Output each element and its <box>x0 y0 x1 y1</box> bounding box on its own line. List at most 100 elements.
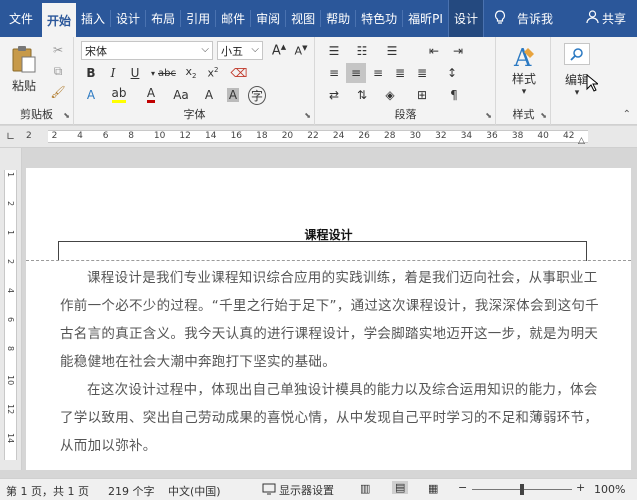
chevron-down-icon: ⌵ <box>251 44 259 55</box>
justify-button[interactable]: ≣ <box>390 63 410 83</box>
paste-icon <box>12 45 36 72</box>
shrink-font-icon: A▼ <box>294 44 308 58</box>
tab-foxit-pdf[interactable]: 福昕PI <box>403 0 448 37</box>
distributed-button[interactable]: ≣ <box>412 63 432 83</box>
chinese-layout-button[interactable]: ⇄ <box>324 85 344 105</box>
zoom-slider-thumb[interactable] <box>520 484 524 495</box>
ruler-number: 32 <box>435 131 447 141</box>
phonetic-guide-button[interactable]: A <box>199 85 219 105</box>
ruler-number: 20 <box>281 131 294 141</box>
display-settings-button[interactable]: 显示器设置 <box>262 482 334 498</box>
tab-selector-icon[interactable]: ∟ <box>6 130 15 143</box>
multilevel-list-button[interactable]: ☰ <box>382 41 402 61</box>
ruler-number: 38 <box>511 131 524 141</box>
vertical-ruler[interactable]: 1 2 1 2 4 6 8 10 12 14 <box>0 148 22 470</box>
underline-button[interactable]: U <box>125 63 145 83</box>
superscript-button[interactable]: x2 <box>203 63 223 83</box>
tab-special[interactable]: 特色功 <box>356 0 402 37</box>
font-name-dropdown[interactable]: 宋体 ⌵ <box>81 41 213 60</box>
tab-help[interactable]: 帮助 <box>321 0 355 37</box>
line-spacing-button[interactable]: ↕ <box>442 63 462 83</box>
borders-button[interactable]: ⊞ <box>412 85 432 105</box>
clear-formatting-button[interactable]: ⌫ <box>229 63 249 83</box>
align-left-button[interactable]: ≡ <box>324 63 344 83</box>
language-indicator[interactable]: 中文(中国) <box>168 483 221 499</box>
body-paragraph-2[interactable]: 在这次设计过程中，体现出自己单独设计模具的能力以及综合运用知识的能力，体会 了学… <box>60 376 599 460</box>
right-indent-marker-icon[interactable]: △ <box>578 136 585 146</box>
line-spacing-icon: ↕ <box>446 66 458 80</box>
subscript-button[interactable]: x2 <box>181 63 201 83</box>
dialog-launcher-icon[interactable]: ⬊ <box>540 111 547 120</box>
italic-button[interactable]: I <box>103 63 123 83</box>
text-effects-button[interactable]: A <box>81 85 101 105</box>
zoom-in-button[interactable]: + <box>576 481 585 494</box>
text-line: 古名言的真正含义。我今天认真的进行课程设计，学会脚踏实地迈开这一步，就是为明天 <box>60 326 599 342</box>
tell-me-label: 告诉我 <box>516 12 553 26</box>
shrink-font-button[interactable]: A▼ <box>291 41 311 61</box>
tab-review[interactable]: 审阅 <box>251 0 285 37</box>
sort-button[interactable]: ⇅ <box>352 85 372 105</box>
format-painter-button[interactable]: 🖌 <box>48 82 68 102</box>
tab-view[interactable]: 视图 <box>286 0 320 37</box>
collapse-ribbon-icon[interactable]: ⌃ <box>623 109 631 120</box>
decrease-indent-button[interactable]: ⇤ <box>424 41 444 61</box>
tab-home[interactable]: 开始 <box>42 3 77 37</box>
dialog-launcher-icon[interactable]: ⬊ <box>63 111 70 120</box>
align-center-button[interactable]: ≡ <box>346 63 366 83</box>
page-count[interactable]: 第 1 页，共 1 页 <box>6 483 89 499</box>
change-case-button[interactable]: Aa <box>171 85 191 105</box>
tab-design[interactable]: 设计 <box>111 0 145 37</box>
tell-me-box[interactable]: 告诉我 <box>484 0 558 37</box>
align-right-button[interactable]: ≡ <box>368 63 388 83</box>
tab-mailings[interactable]: 邮件 <box>216 0 250 37</box>
tab-references[interactable]: 引用 <box>181 0 215 37</box>
bold-button[interactable]: B <box>81 63 101 83</box>
zoom-level[interactable]: 100% <box>594 483 625 496</box>
person-icon <box>586 10 599 27</box>
horizontal-ruler[interactable]: ∟ 2 2 4 6 8 10 12 14 16 18 20 22 24 26 28 30 32 34 36 38 40 4… <box>0 126 637 148</box>
ruler-number: 26 <box>358 131 370 141</box>
strikethrough-button[interactable]: abc <box>155 63 179 83</box>
copy-button[interactable]: ⧉ <box>48 61 68 81</box>
highlight-button[interactable]: ab <box>109 85 129 105</box>
show-marks-button[interactable]: ¶ <box>444 85 464 105</box>
ruler-number: 22 <box>307 131 319 141</box>
ribbon: 粘贴 ✂ ⧉ 🖌 剪贴板 ⬊ 宋体 ⌵ 小五 ⌵ A▲ A▼ B I U ▾ a… <box>0 37 637 125</box>
enclose-char-button[interactable]: 字 <box>247 85 267 105</box>
dialog-launcher-icon[interactable]: ⬊ <box>485 111 492 120</box>
font-size-dropdown[interactable]: 小五 ⌵ <box>217 41 263 60</box>
zoom-slider[interactable] <box>472 484 572 495</box>
print-layout-button[interactable]: ▤ <box>392 481 409 494</box>
paste-button[interactable]: 粘贴 <box>4 41 44 97</box>
web-layout-button[interactable]: ▦ <box>428 482 438 495</box>
zoom-out-button[interactable]: − <box>458 481 467 494</box>
share-button[interactable]: 共享 <box>581 0 631 37</box>
bullets-button[interactable]: ☰ <box>324 41 344 61</box>
increase-indent-button[interactable]: ⇥ <box>448 41 468 61</box>
ruler-number: 24 <box>332 131 345 141</box>
document-page[interactable]: 课程设计 课程设计是我们专业课程知识综合应用的实践训练，着是我们迈向社会，从事职… <box>26 168 631 470</box>
tab-header-design[interactable]: 设计 <box>447 0 484 37</box>
styles-button[interactable]: A 样式 ▾ <box>501 41 547 99</box>
numbering-button[interactable]: ☷ <box>352 41 372 61</box>
clipboard-group: 粘贴 ✂ ⧉ 🖌 剪贴板 ⬊ <box>0 37 74 125</box>
read-mode-button[interactable]: ▥ <box>360 482 370 495</box>
ruler-number: 14 <box>6 433 15 444</box>
ruler-number: 10 <box>153 131 166 141</box>
grow-font-icon: A▲ <box>271 43 287 59</box>
cut-button[interactable]: ✂ <box>48 40 68 60</box>
header-boundary <box>26 260 631 261</box>
shading-button[interactable]: ◈ <box>380 85 400 105</box>
ruler-number: 40 <box>537 131 549 141</box>
tab-layout[interactable]: 布局 <box>146 0 180 37</box>
word-count[interactable]: 219 个字 <box>108 483 155 499</box>
char-shading-button[interactable]: A <box>223 85 243 105</box>
font-color-button[interactable]: A <box>141 85 161 105</box>
tab-insert[interactable]: 插入 <box>76 0 110 37</box>
enclose-char-icon: 字 <box>247 85 266 105</box>
grow-font-button[interactable]: A▲ <box>269 41 289 61</box>
body-paragraph-1[interactable]: 课程设计是我们专业课程知识综合应用的实践训练，着是我们迈向社会，从事职业工 作前… <box>60 264 599 376</box>
dialog-launcher-icon[interactable]: ⬊ <box>304 111 311 120</box>
text-line: 了学以致用、突出自己劳动成果的喜悦心情，从中发现自己平时学习的不足和薄弱环节， <box>60 410 599 426</box>
tab-file[interactable]: 文件 <box>0 0 42 37</box>
